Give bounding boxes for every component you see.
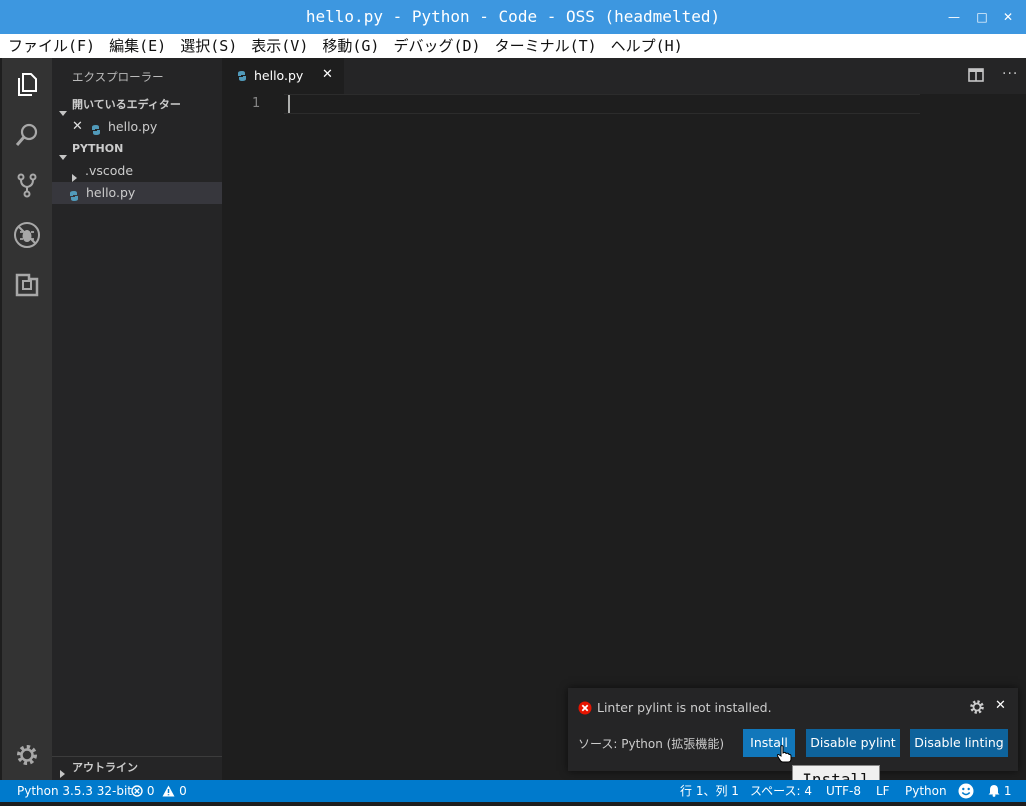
folder-header[interactable]: PYTHON [52, 138, 222, 160]
split-editor-icon[interactable] [968, 68, 984, 86]
hand-cursor-icon [776, 745, 792, 767]
editor-tab-bar: hello.py ✕ ··· [222, 58, 1026, 94]
menu-edit[interactable]: 編集(E) [101, 34, 172, 58]
tree-item-hello-py[interactable]: hello.py [52, 182, 222, 204]
open-editors-header[interactable]: 開いているエディター [52, 94, 222, 116]
close-notification-icon[interactable]: ✕ [995, 698, 1006, 713]
bell-icon [988, 782, 1000, 804]
gear-icon[interactable] [969, 699, 985, 719]
folder-name: PYTHON [72, 142, 124, 155]
tab-hello-py[interactable]: hello.py ✕ [222, 58, 344, 94]
gear-icon[interactable] [2, 730, 52, 780]
notification-source: ソース: Python (拡張機能) [578, 737, 725, 751]
error-icon [131, 782, 143, 804]
line-number: 1 [252, 96, 261, 111]
notification-toast: Linter pylint is not installed. ✕ ソース: P… [568, 688, 1018, 771]
maximize-button[interactable]: □ [970, 0, 994, 34]
menu-help[interactable]: ヘルプ(H) [603, 34, 689, 58]
warning-count: 0 [179, 784, 187, 798]
activity-bar [2, 58, 52, 780]
indentation[interactable]: スペース: 4 [750, 780, 812, 802]
python-interpreter[interactable]: Python 3.5.3 32-bit [17, 780, 132, 802]
current-line-highlight [284, 94, 920, 114]
status-bar: Python 3.5.3 32-bit 0 0 行 1、列 1 スペース: 4 … [0, 780, 1026, 802]
feedback-smiley-icon[interactable] [958, 783, 974, 806]
extensions-icon[interactable] [2, 260, 52, 310]
encoding[interactable]: UTF-8 [826, 780, 861, 802]
open-editor-label: hello.py [108, 119, 158, 134]
problems-indicator[interactable]: 0 0 [131, 780, 187, 802]
outline-label: アウトライン [72, 761, 138, 774]
menu-view[interactable]: 表示(V) [243, 34, 314, 58]
menu-bar: ファイル(F) 編集(E) 選択(S) 表示(V) 移動(G) デバッグ(D) ターミナル(… [0, 34, 1026, 58]
tab-label: hello.py [254, 68, 304, 83]
search-icon[interactable] [2, 110, 52, 160]
menu-debug[interactable]: デバッグ(D) [385, 34, 486, 58]
tree-item-label: hello.py [86, 185, 136, 200]
more-actions-icon[interactable]: ··· [1002, 66, 1018, 82]
python-file-icon [236, 70, 248, 86]
disable-pylint-button[interactable]: Disable pylint [806, 729, 900, 757]
explorer-title: エクスプローラー [72, 70, 164, 84]
open-editors-label: 開いているエディター [72, 98, 181, 111]
python-file-icon [68, 187, 80, 209]
text-cursor [288, 95, 290, 113]
menu-selection[interactable]: 選択(S) [172, 34, 243, 58]
minimize-button[interactable]: — [942, 0, 966, 34]
language-mode[interactable]: Python [905, 780, 947, 802]
notification-message: Linter pylint is not installed. [597, 700, 772, 715]
menu-terminal[interactable]: ターミナル(T) [487, 34, 603, 58]
close-window-button[interactable]: ✕ [996, 0, 1020, 34]
source-control-icon[interactable] [2, 160, 52, 210]
tree-item-label: .vscode [85, 163, 134, 178]
files-icon[interactable] [2, 60, 52, 110]
end-of-line[interactable]: LF [876, 780, 890, 802]
disable-linting-button[interactable]: Disable linting [910, 729, 1008, 757]
open-editor-item[interactable]: ✕ hello.py [52, 116, 222, 138]
menu-file[interactable]: ファイル(F) [0, 34, 101, 58]
notifications-indicator[interactable]: 1 [988, 780, 1011, 802]
explorer-sidebar: エクスプローラー 開いているエディター ✕ hello.py PYTHON .v… [52, 58, 222, 780]
window-title-bar: hello.py - Python - Code - OSS (headmelt… [0, 0, 1026, 34]
warning-icon [162, 782, 175, 804]
error-count: 0 [146, 784, 155, 798]
tree-item-vscode[interactable]: .vscode [52, 160, 222, 182]
close-editor-icon[interactable]: ✕ [72, 116, 83, 138]
outline-header[interactable]: アウトライン [52, 757, 222, 779]
debug-icon[interactable] [2, 210, 52, 260]
window-title: hello.py - Python - Code - OSS (headmelt… [305, 7, 721, 26]
cursor-position[interactable]: 行 1、列 1 [680, 780, 739, 802]
notification-count: 1 [1003, 784, 1012, 798]
menu-go[interactable]: 移動(G) [314, 34, 385, 58]
error-icon [578, 701, 592, 719]
close-tab-icon[interactable]: ✕ [322, 67, 333, 82]
editor-area[interactable]: 1 [222, 94, 1026, 780]
